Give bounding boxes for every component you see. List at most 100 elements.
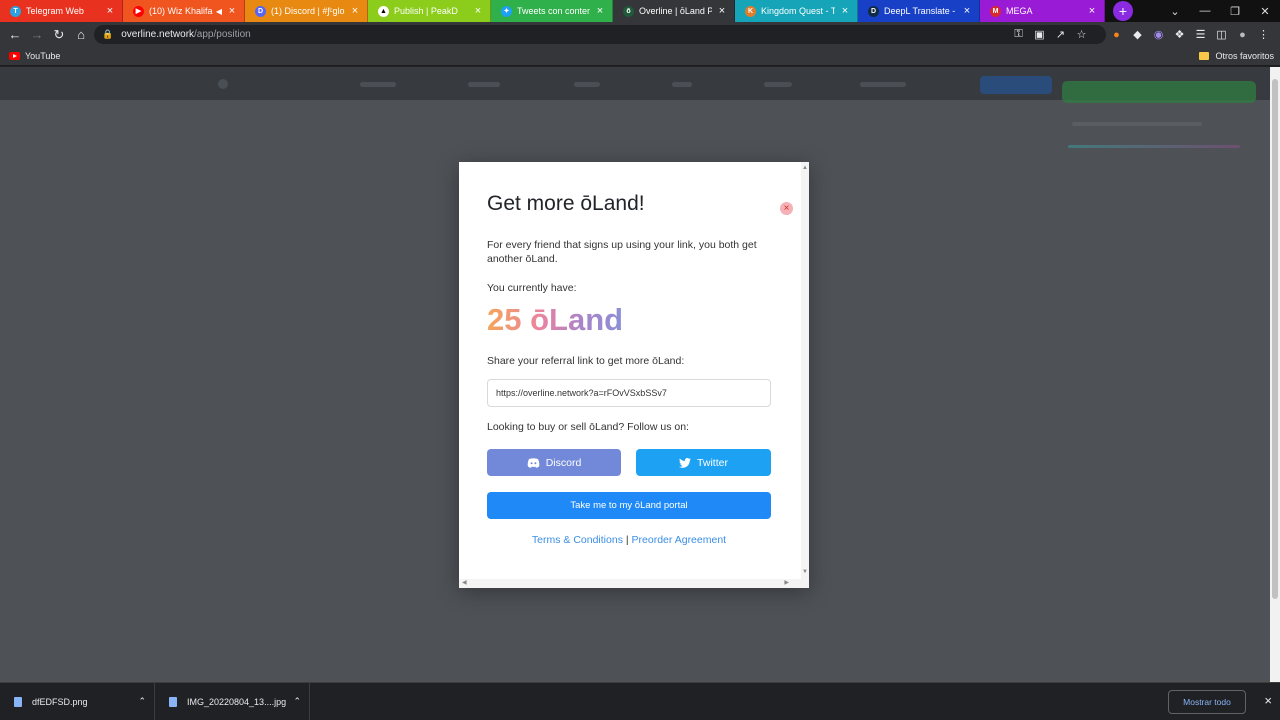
address-host: overline.network xyxy=(121,29,195,40)
preorder-link[interactable]: Preorder Agreement xyxy=(632,534,727,546)
back-icon[interactable]: ← xyxy=(4,27,26,42)
tab[interactable]: ▶ (10) Wiz Khalifa - …◀ × xyxy=(123,0,245,22)
buy-sell-label: Looking to buy or sell ōLand? Follow us … xyxy=(487,421,689,433)
toolbar-icons: ⚿ ▣ ↗ ☆ ● ◆ ◉ ❖ ☰ ◫ ● ⋮ xyxy=(1008,22,1274,47)
avatar[interactable]: ● xyxy=(1232,29,1253,41)
close-tab-icon[interactable]: × xyxy=(716,5,728,17)
tab[interactable]: ▲ Publish | PeakD × xyxy=(368,0,491,22)
lock-icon[interactable]: 🔒 xyxy=(102,29,113,40)
share-icon[interactable]: ↗ xyxy=(1050,28,1071,41)
close-shelf-icon[interactable]: × xyxy=(1264,693,1272,708)
scroll-down-icon[interactable]: ▼ xyxy=(802,569,808,575)
intro-text: For every friend that signs up using you… xyxy=(487,239,757,265)
close-tab-icon[interactable]: × xyxy=(104,5,116,17)
download-shelf: dfEDFSD.png ⌃ IMG_20220804_13....jpg ⌃ M… xyxy=(0,682,1280,720)
extension-key-icon[interactable]: ◆ xyxy=(1127,28,1148,41)
window-controls: ⌄ — ❐ ✕ xyxy=(1160,0,1280,22)
tab[interactable]: M MEGA × xyxy=(980,0,1105,22)
restore-icon[interactable]: ❐ xyxy=(1220,5,1250,18)
favicon-icon: T xyxy=(10,5,21,17)
youtube-icon xyxy=(9,52,20,60)
tab-title: Telegram Web xyxy=(26,6,84,16)
chevron-up-icon[interactable]: ⌃ xyxy=(293,696,301,707)
close-tab-icon[interactable]: × xyxy=(594,5,606,17)
tab-search-icon[interactable]: ⌄ xyxy=(1160,5,1190,18)
close-tab-icon[interactable]: × xyxy=(1086,5,1098,17)
media-icon[interactable]: ☰ xyxy=(1190,28,1211,41)
show-all-button[interactable]: Mostrar todo xyxy=(1168,690,1246,714)
menu-icon[interactable]: ⋮ xyxy=(1253,28,1274,41)
scroll-left-icon[interactable]: ◀ xyxy=(462,579,467,586)
modal-hscrollbar[interactable]: ◀ ▶ xyxy=(459,579,801,588)
scroll-thumb[interactable] xyxy=(1272,79,1278,599)
speaker-icon[interactable]: ◀ xyxy=(216,7,222,16)
close-tab-icon[interactable]: × xyxy=(349,5,361,17)
close-tab-icon[interactable]: × xyxy=(226,5,238,17)
tab-title: Kingdom Quest - The… xyxy=(761,6,835,16)
portal-button[interactable]: Take me to my ōLand portal xyxy=(487,492,771,519)
close-window-icon[interactable]: ✕ xyxy=(1250,5,1280,18)
chevron-up-icon[interactable]: ⌃ xyxy=(138,696,146,707)
other-bookmarks[interactable]: Otros favoritos xyxy=(1199,51,1274,61)
tab[interactable]: D (1) Discord | #ʃᶜɡlob… × xyxy=(245,0,368,22)
file-icon xyxy=(169,696,177,707)
referral-modal: Get more ōLand! × For every friend that … xyxy=(459,162,809,588)
scroll-right-icon[interactable]: ▶ xyxy=(784,579,789,586)
tab[interactable]: T Telegram Web × xyxy=(0,0,123,22)
tab-title: Publish | PeakD xyxy=(394,6,458,16)
tab[interactable]: ō Overline | ōLand Portal × xyxy=(613,0,735,22)
tab-title: DeepL Translate - El m… xyxy=(884,6,957,16)
blurred-bar xyxy=(1068,145,1240,148)
tab-list: T Telegram Web × ▶ (10) Wiz Khalifa - …◀ × D (1… xyxy=(0,0,1105,22)
favicon-icon: M xyxy=(990,5,1001,17)
page-scrollbar[interactable] xyxy=(1270,67,1280,682)
forward-icon[interactable]: → xyxy=(26,27,48,42)
reload-icon[interactable]: ↻ xyxy=(48,27,70,43)
tab[interactable]: K Kingdom Quest - The… × xyxy=(735,0,858,22)
download-item[interactable]: IMG_20220804_13....jpg ⌃ xyxy=(155,682,310,720)
new-tab-button[interactable]: + xyxy=(1113,1,1133,21)
close-icon[interactable]: × xyxy=(780,202,793,215)
tab[interactable]: D DeepL Translate - El m… × xyxy=(858,0,980,22)
oland-amount: 25 ōLand xyxy=(487,302,624,337)
close-tab-icon[interactable]: × xyxy=(472,5,484,17)
discord-icon xyxy=(527,457,540,468)
tab-title: (10) Wiz Khalifa - … xyxy=(149,6,214,16)
tab[interactable]: ✦ Tweets con contenid… × xyxy=(491,0,613,22)
nav-blur xyxy=(764,82,792,87)
favicon-icon: D xyxy=(868,5,879,17)
browser-toolbar: ← → ↻ ⌂ 🔒 overline.network/app/position … xyxy=(0,22,1280,47)
close-tab-icon[interactable]: × xyxy=(961,5,973,17)
sidepanel-icon[interactable]: ◫ xyxy=(1211,28,1232,41)
translate-icon[interactable]: ▣ xyxy=(1029,28,1050,41)
bookmarks-bar: YouTube Otros favoritos xyxy=(0,47,1280,66)
metamask-icon[interactable]: ● xyxy=(1106,29,1127,41)
key-icon[interactable]: ⚿ xyxy=(1008,28,1029,41)
twitter-label: Twitter xyxy=(697,456,728,469)
extension-icon[interactable]: ◉ xyxy=(1148,28,1169,41)
twitter-button[interactable]: Twitter xyxy=(636,449,771,476)
download-item[interactable]: dfEDFSD.png ⌃ xyxy=(0,682,155,720)
favicon-icon: ō xyxy=(623,5,634,17)
file-icon xyxy=(14,696,22,707)
minimize-icon[interactable]: — xyxy=(1190,5,1220,17)
star-icon[interactable]: ☆ xyxy=(1071,28,1092,41)
site-logo xyxy=(218,79,228,89)
address-path: /app/position xyxy=(194,29,251,40)
favicon-icon: ▶ xyxy=(133,5,144,17)
favicon-icon: ▲ xyxy=(378,5,389,17)
address-bar[interactable]: 🔒 overline.network/app/position xyxy=(94,25,1106,44)
nav-blur xyxy=(360,82,396,87)
bookmark-youtube[interactable]: YouTube xyxy=(9,51,60,61)
twitter-icon xyxy=(679,457,692,468)
modal-scrollbar[interactable]: ▲ ▼ xyxy=(801,162,809,588)
discord-button[interactable]: Discord xyxy=(487,449,621,476)
home-icon[interactable]: ⌂ xyxy=(70,27,92,42)
puzzle-icon[interactable]: ❖ xyxy=(1169,28,1190,41)
scroll-up-icon[interactable]: ▲ xyxy=(802,165,808,171)
download-name: dfEDFSD.png xyxy=(32,696,88,707)
referral-link-input[interactable] xyxy=(487,379,771,407)
modal-title: Get more ōLand! xyxy=(487,192,645,215)
terms-link[interactable]: Terms & Conditions xyxy=(532,534,623,546)
close-tab-icon[interactable]: × xyxy=(839,5,851,17)
